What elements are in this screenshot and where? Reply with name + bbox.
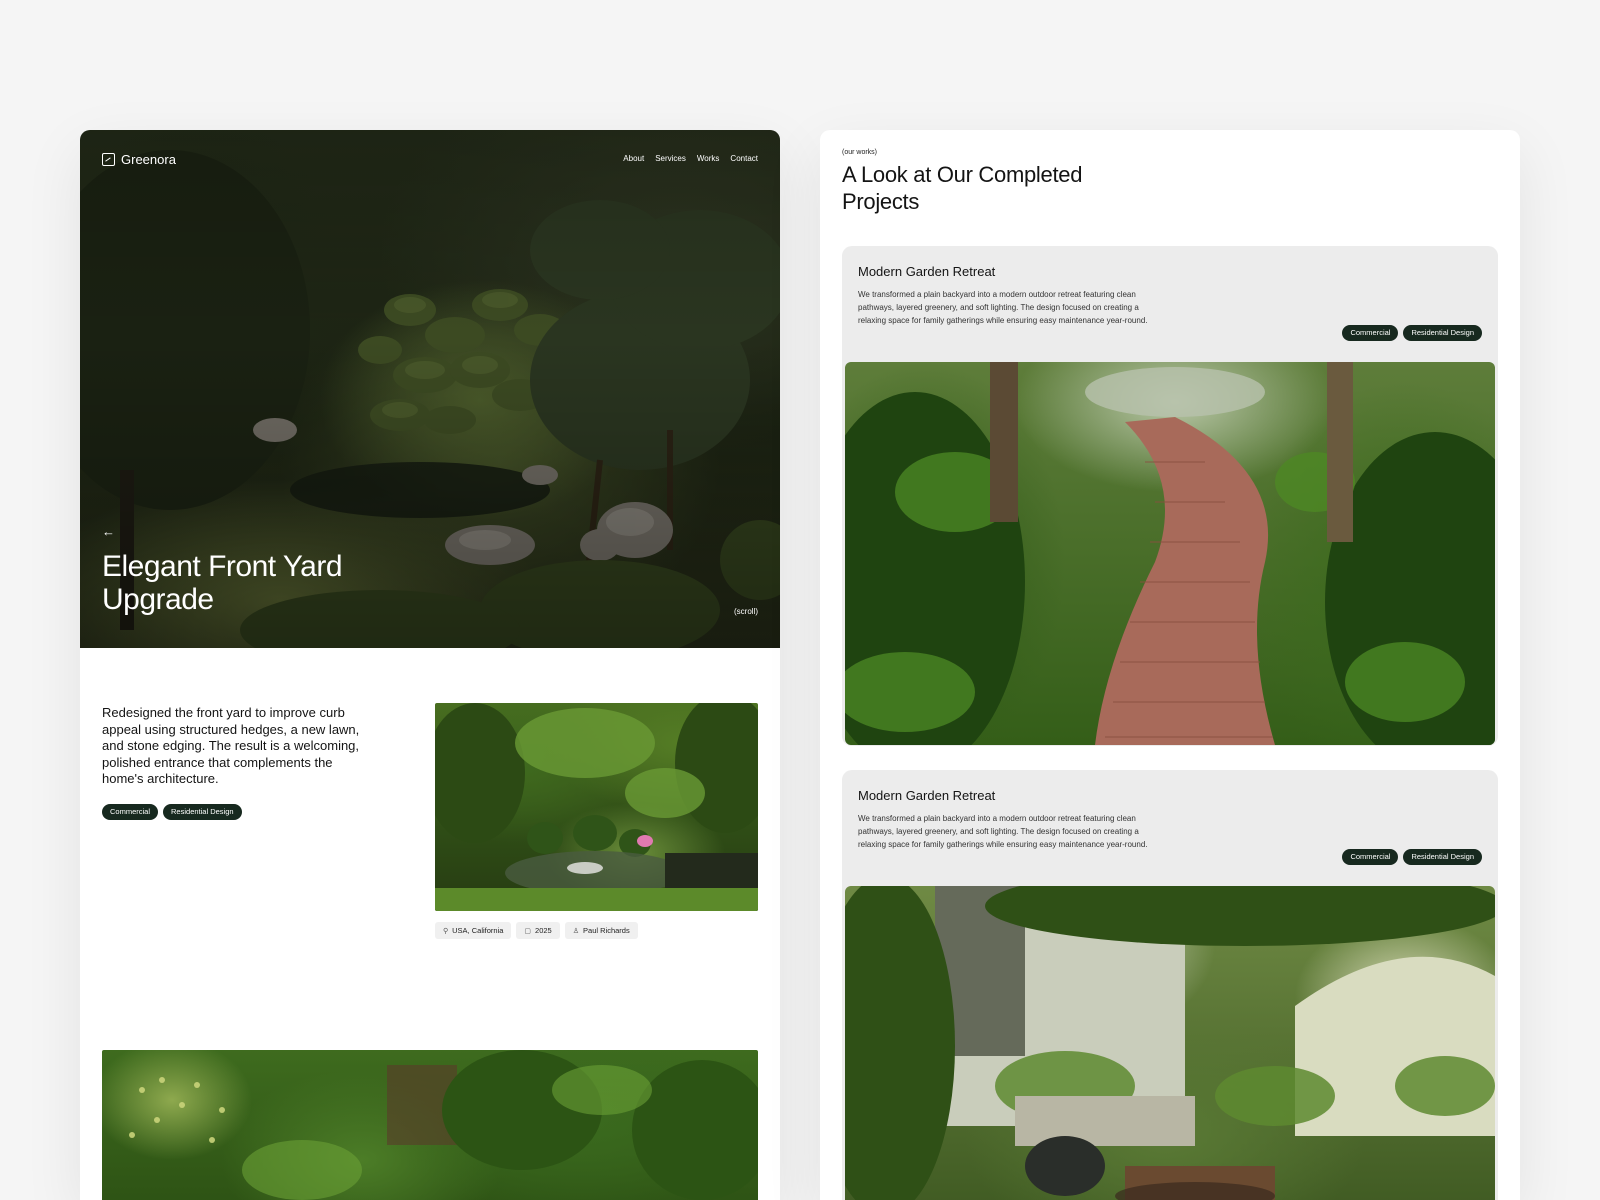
project-card-title: Modern Garden Retreat (858, 788, 996, 803)
meta-year-text: 2025 (535, 926, 552, 935)
project-card-photo (845, 886, 1495, 1200)
project-card-tags: Commercial Residential Design (1342, 849, 1482, 865)
project-card-description: We transformed a plain backyard into a m… (858, 814, 1148, 850)
project-card-photo (845, 362, 1495, 745)
tag-residential-design[interactable]: Residential Design (163, 804, 242, 820)
nav-link-about[interactable]: About (623, 154, 644, 163)
project-card[interactable]: Modern Garden Retreat We transformed a p… (842, 770, 1498, 1200)
pin-icon: ⚲ (443, 927, 449, 935)
calendar-icon: ▢ (524, 927, 532, 935)
project-card-tags: Commercial Residential Design (1342, 325, 1482, 341)
back-arrow-icon[interactable]: ← (102, 525, 115, 538)
project-card-description: We transformed a plain backyard into a m… (858, 290, 1148, 326)
main-nav: About Services Works Contact (623, 154, 758, 163)
person-icon: ♙ (572, 927, 580, 935)
brand-logo[interactable]: Greenora (102, 152, 176, 167)
hero-title: Elegant Front Yard Upgrade (102, 550, 343, 616)
meta-author-text: Paul Richards (583, 926, 630, 935)
nav-link-contact[interactable]: Contact (730, 154, 758, 163)
meta-year: ▢ 2025 (516, 922, 560, 939)
works-page: (our works) A Look at Our Completed Proj… (820, 130, 1520, 1200)
meta-location: ⚲ USA, California (435, 922, 512, 939)
project-photo-secondary (102, 1050, 758, 1200)
nav-link-works[interactable]: Works (697, 154, 720, 163)
tag-commercial[interactable]: Commercial (1342, 849, 1399, 865)
project-tags: Commercial Residential Design (102, 804, 242, 820)
meta-location-text: USA, California (452, 926, 504, 935)
leaf-square-icon (102, 153, 115, 166)
tag-residential-design[interactable]: Residential Design (1403, 325, 1482, 341)
project-card[interactable]: Modern Garden Retreat We transformed a p… (842, 246, 1498, 746)
nav-link-services[interactable]: Services (655, 154, 686, 163)
brand-name: Greenora (121, 152, 176, 167)
project-detail-page: Greenora About Services Works Contact ← … (80, 130, 780, 1200)
project-photo (435, 703, 758, 911)
meta-author: ♙ Paul Richards (564, 922, 638, 939)
section-eyebrow: (our works) (842, 149, 878, 156)
tag-residential-design[interactable]: Residential Design (1403, 849, 1482, 865)
tag-commercial[interactable]: Commercial (1342, 325, 1399, 341)
hero-section: Greenora About Services Works Contact ← … (80, 130, 780, 648)
project-card-title: Modern Garden Retreat (858, 264, 996, 279)
project-description: Redesigned the front yard to improve cur… (102, 705, 360, 786)
project-meta: ⚲ USA, California ▢ 2025 ♙ Paul Richards (435, 922, 638, 939)
tag-commercial[interactable]: Commercial (102, 804, 159, 820)
scroll-hint: (scroll) (734, 607, 758, 616)
section-title: A Look at Our Completed Projects (842, 162, 1083, 214)
